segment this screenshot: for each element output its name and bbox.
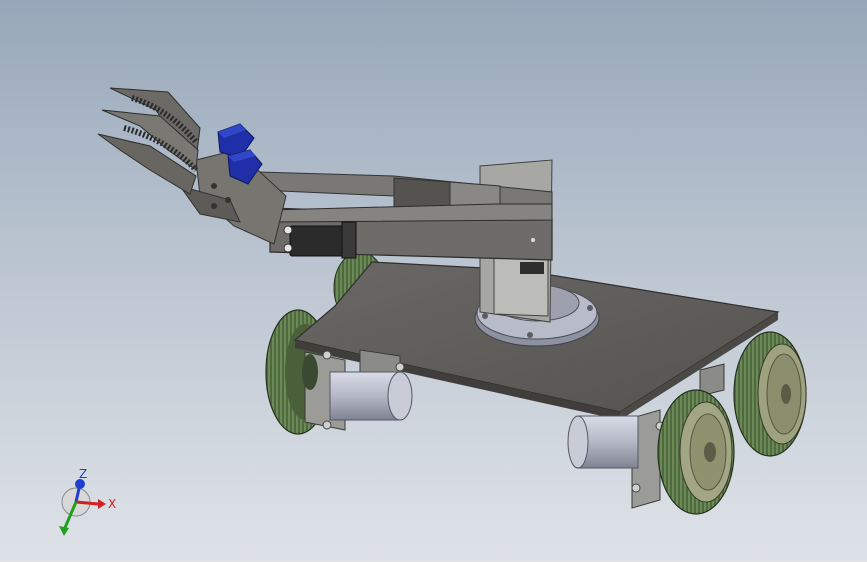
cad-graphics-viewport[interactable]: Z X xyxy=(0,0,867,562)
robot-model-scene[interactable] xyxy=(0,0,867,562)
triad-x-arrow xyxy=(98,499,106,509)
wheel-front-right[interactable] xyxy=(657,389,735,515)
wheel-front-left-hub xyxy=(302,354,318,390)
wheel-rear-right[interactable] xyxy=(733,331,807,457)
view-orientation-triad[interactable]: Z X xyxy=(40,462,130,552)
triad-x-label: X xyxy=(108,497,116,511)
elbow-servo[interactable] xyxy=(283,221,357,259)
triad-z-label: Z xyxy=(79,467,87,481)
triad-x-axis xyxy=(75,500,99,506)
drive-motor-right[interactable] xyxy=(567,415,639,469)
triad-y-arrow xyxy=(59,526,69,536)
drive-motor-left[interactable] xyxy=(329,371,413,421)
